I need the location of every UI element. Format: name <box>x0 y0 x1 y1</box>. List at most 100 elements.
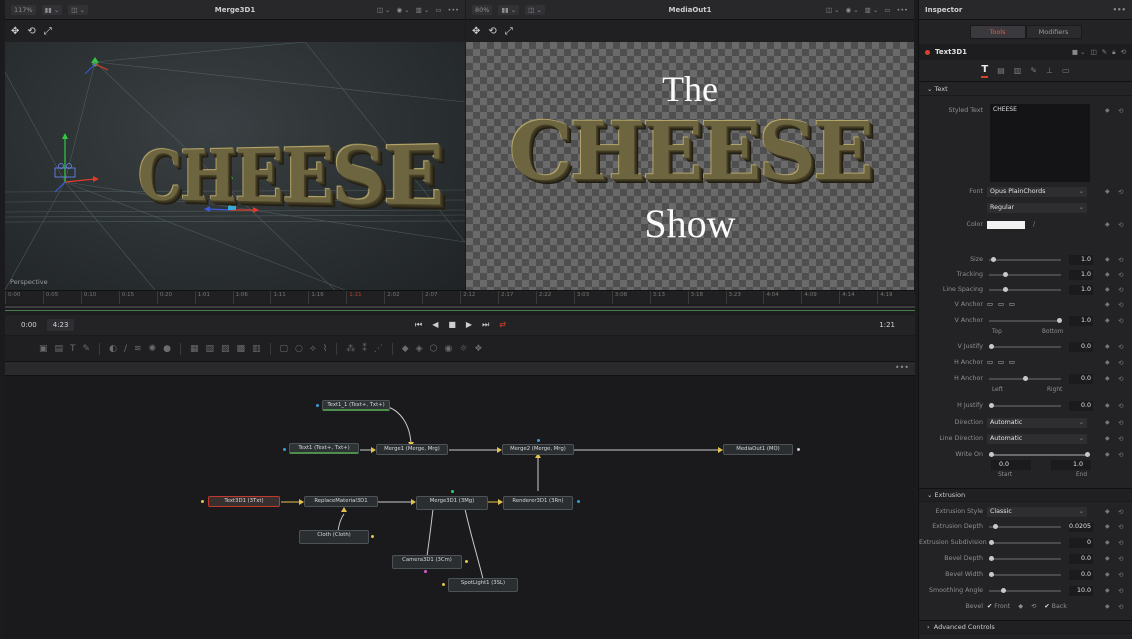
left-viewer-controls[interactable]: ◫ ⌄ ◉ ⌄ ▥ ⌄ ▭ ••• <box>377 6 459 14</box>
right-channel-options[interactable]: ◫ ⌄ <box>525 4 545 15</box>
input-pin[interactable] <box>451 490 454 493</box>
output-pin[interactable] <box>371 535 374 538</box>
merge3d-icon[interactable]: ⬡ <box>430 344 438 354</box>
particle-render-icon[interactable]: ⁑ <box>362 344 367 354</box>
skip-back-icon[interactable]: ⏮ <box>415 320 422 330</box>
node-editor-menu-icon[interactable]: ••• <box>895 363 909 372</box>
brush-tool-icon[interactable]: ✎ <box>83 344 91 354</box>
paint-tool-icon[interactable]: ▤ <box>55 344 64 354</box>
shape3d-icon[interactable]: ◆ <box>402 344 409 354</box>
color-corrector-icon[interactable]: ◐ <box>109 344 117 354</box>
right-viewer-controls[interactable]: ◫ ⌄ ◉ ⌄ ▥ ⌄ ▭ ••• <box>826 6 908 14</box>
reset-icon[interactable]: ⟲ <box>1118 539 1123 547</box>
output-pin[interactable] <box>465 560 468 563</box>
styled-text-input[interactable]: CHEESE <box>990 104 1090 182</box>
background-tool-icon[interactable]: ▣ <box>39 344 48 354</box>
tab-modifiers[interactable]: Modifiers <box>1025 25 1082 39</box>
line-direction-dropdown[interactable]: Automatic ⌄ <box>987 433 1087 444</box>
layout-tab-icon[interactable]: ▤ <box>997 66 1005 75</box>
left-viewer-3d[interactable]: CHEESE Perspective <box>5 42 465 290</box>
keyframe-icon[interactable]: ◆ <box>1105 286 1110 293</box>
loader-tool-icon[interactable]: ▩ <box>236 344 245 354</box>
slider-knob[interactable] <box>989 402 994 408</box>
node-merge2[interactable]: Merge2 (Merge, Mrg) <box>502 444 574 455</box>
front-reset-icon[interactable]: ⟲ <box>1031 603 1036 610</box>
reset-icon[interactable]: ⟲ <box>1118 317 1123 325</box>
v-justify-slider[interactable] <box>989 343 1061 349</box>
node-camera3d1[interactable]: Camera3D1 (3Cm) <box>392 555 462 569</box>
rotate-icon[interactable]: ⟲ <box>488 26 496 37</box>
node-replacematerial3d1[interactable]: ReplaceMaterial3D1 <box>304 496 378 507</box>
bevel-depth-slider[interactable] <box>989 555 1061 561</box>
merge-tool-icon[interactable]: ▦ <box>190 344 199 354</box>
reset-icon[interactable]: ⟲ <box>1118 555 1123 563</box>
reset-icon[interactable]: ⟲ <box>1118 435 1123 443</box>
keyframe-icon[interactable]: ◆ <box>1105 539 1110 546</box>
drop-icon[interactable]: ● <box>163 344 171 354</box>
extrusion-subdiv-slider[interactable] <box>989 539 1061 545</box>
step-back-icon[interactable]: ◀ <box>432 320 438 330</box>
keyframe-icon[interactable]: ◆ <box>1105 301 1110 308</box>
slider-knob[interactable] <box>989 555 994 561</box>
node-merge1[interactable]: Merge1 (Merge, Mrg) <box>376 444 448 455</box>
extrusion-subdiv-value[interactable]: 0 <box>1069 537 1093 548</box>
slider-knob[interactable] <box>989 343 994 349</box>
keyframe-icon[interactable]: ◆ <box>1105 435 1110 442</box>
slider-knob[interactable] <box>989 539 994 545</box>
polygon-mask-icon[interactable]: ⟡ <box>310 344 316 354</box>
reset-icon[interactable]: ⟲ <box>1118 343 1123 351</box>
h-justify-value[interactable]: 0.0 <box>1069 400 1093 411</box>
extrusion-depth-slider[interactable] <box>989 523 1061 529</box>
line-spacing-value[interactable]: 1.0 <box>1069 284 1093 295</box>
input-pin[interactable] <box>201 500 204 503</box>
reset-icon[interactable]: ⟲ <box>1118 188 1123 196</box>
smoothing-angle-value[interactable]: 10.0 <box>1069 585 1093 596</box>
keyframe-icon[interactable]: ◆ <box>1105 359 1110 366</box>
node-text3d1[interactable]: Text3D1 (3Txt) <box>208 496 280 507</box>
bevel-depth-value[interactable]: 0.0 <box>1069 553 1093 564</box>
reset-icon[interactable]: ⟲ <box>1118 402 1123 410</box>
blur-tool-icon[interactable]: ≋ <box>134 344 142 354</box>
tracking-slider[interactable] <box>989 271 1061 277</box>
scrub-bar[interactable] <box>5 304 915 314</box>
glow-tool-icon[interactable]: ✺ <box>149 344 157 354</box>
saver-tool-icon[interactable]: ▥ <box>252 344 261 354</box>
keyframe-icon[interactable]: ◆ <box>1105 603 1110 610</box>
keyframe-icon[interactable]: ◆ <box>1105 271 1110 278</box>
node-spotlight1[interactable]: SpotLight1 (3SL) <box>448 578 518 592</box>
direction-dropdown[interactable]: Automatic ⌄ <box>987 417 1087 428</box>
reset-icon[interactable]: ⟲ <box>1118 256 1123 264</box>
section-advanced-header[interactable]: › Advanced Controls <box>919 620 1132 634</box>
keyframe-icon[interactable]: ◆ <box>1105 508 1110 515</box>
slider-knob[interactable] <box>1023 375 1028 381</box>
reset-icon[interactable]: ⟲ <box>1118 508 1123 516</box>
tool-enabled-dot[interactable] <box>925 49 930 55</box>
rectangle-mask-icon[interactable]: ▢ <box>280 344 289 354</box>
bevel-width-slider[interactable] <box>989 571 1061 577</box>
keyframe-icon[interactable]: ◆ <box>1105 523 1110 530</box>
ellipse-mask-icon[interactable]: ○ <box>295 344 303 354</box>
scale-icon[interactable]: ⤢ <box>44 26 52 37</box>
bevel-width-value[interactable]: 0.0 <box>1069 569 1093 580</box>
keyframe-icon[interactable]: ◆ <box>1105 221 1110 228</box>
keyframe-icon[interactable]: ◆ <box>1105 375 1110 382</box>
rotate-icon[interactable]: ⟲ <box>27 26 35 37</box>
slider-knob[interactable] <box>1057 317 1062 323</box>
write-on-end[interactable]: 1.0 <box>1051 460 1091 470</box>
keyframe-icon[interactable]: ◆ <box>1105 419 1110 426</box>
v-justify-value[interactable]: 0.0 <box>1069 341 1093 352</box>
3d-transform-tab-icon[interactable]: ⊥ <box>1046 66 1053 75</box>
shading-tab-icon[interactable]: ✎ <box>1030 66 1037 75</box>
node-text1-1[interactable]: Text1_1 (Text+, Txt+) <box>322 400 390 411</box>
input-pin[interactable] <box>316 404 319 407</box>
output-pin[interactable] <box>797 448 800 451</box>
h-justify-slider[interactable] <box>989 402 1061 408</box>
right-viewer-output[interactable]: The CHEESE Show <box>466 42 914 290</box>
light3d-icon[interactable]: ☼ <box>459 344 467 354</box>
particle-emitter-icon[interactable]: ⁂ <box>346 344 355 354</box>
reset-icon[interactable]: ⟲ <box>1118 419 1123 427</box>
keyframe-icon[interactable]: ◆ <box>1105 256 1110 263</box>
node-editor[interactable]: Text1_1 (Text+, Txt+) Text1 (Text+, Txt+… <box>5 376 915 639</box>
move-icon[interactable]: ✥ <box>472 26 480 37</box>
reset-icon[interactable]: ⟲ <box>1118 271 1123 279</box>
